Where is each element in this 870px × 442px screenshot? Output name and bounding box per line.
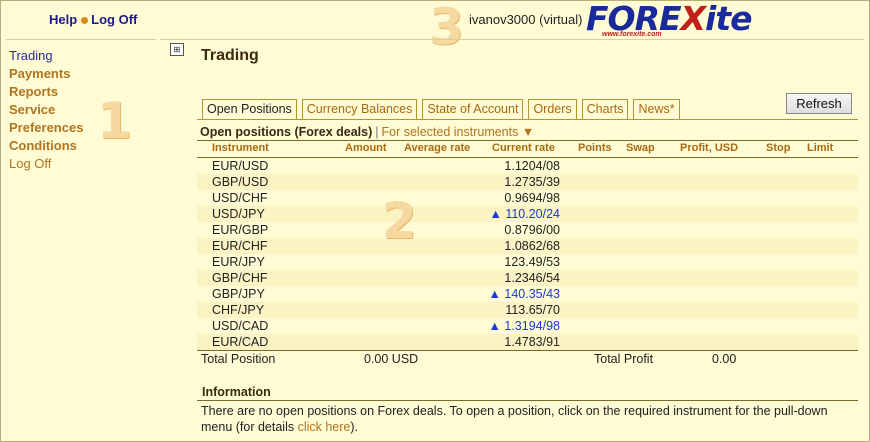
sidebar-item-service[interactable]: Service [9,101,83,119]
info-title: Information [202,385,271,399]
col-header-swap[interactable]: Swap [626,142,655,154]
table-top-rule [197,140,858,141]
tab-state-of-account[interactable]: State of Account [422,99,524,119]
row-instrument: GBP/CHF [212,271,268,285]
table-row[interactable]: EUR/GBP 0.8796/00 [197,222,858,238]
sidebar-item-conditions[interactable]: Conditions [9,137,83,155]
row-instrument: CHF/JPY [212,303,265,317]
pin-icon[interactable]: ⊞ [170,43,184,56]
col-header-limit[interactable]: Limit [807,142,833,154]
row-instrument: EUR/CAD [212,335,269,349]
row-current-rate: ▲ 1.3194/98 [488,319,560,333]
info-text: There are no open positions on Forex dea… [201,404,828,434]
table-row[interactable]: EUR/CHF 1.0862/68 [197,238,858,254]
callout-number-1: 1 [97,92,132,150]
callout-number-3: 3 [429,0,464,56]
col-header-current-rate[interactable]: Current rate [492,142,555,154]
callout-number-2: 2 [382,192,417,250]
row-instrument: GBP/USD [212,175,269,189]
table-row[interactable]: CHF/JPY 113.65/70 [197,302,858,318]
sidebar-item-reports[interactable]: Reports [9,83,83,101]
table-row[interactable]: EUR/JPY 123.49/53 [197,254,858,270]
table-row[interactable]: USD/CAD ▲ 1.3194/98 [197,318,858,334]
username: ivanov3000 (virtual) [469,12,583,27]
tab-divider [197,119,858,120]
sidebar-divider [6,39,156,40]
top-logoff-link[interactable]: Log Off [91,12,137,27]
total-position-value: 0.00 USD [364,352,419,366]
total-position-label: Total Position [201,352,276,366]
tab-currency-balances[interactable]: Currency Balances [301,99,418,119]
sidebar-item-logoff[interactable]: Log Off [9,155,83,173]
row-current-rate: 113.65/70 [505,303,560,317]
sidebar-item-payments[interactable]: Payments [9,65,83,83]
table-row[interactable]: EUR/USD 1.1204/08 [197,158,858,174]
row-current-rate: ▲ 140.35/43 [488,287,560,301]
row-current-rate: 123.49/53 [504,255,560,269]
total-profit-value: 0.00 [712,352,737,366]
total-profit-label: Total Profit [594,352,654,366]
row-instrument: EUR/USD [212,159,269,173]
forexite-logo[interactable]: FOREXite www.forexite.com [586,2,761,42]
col-header-stop[interactable]: Stop [766,142,790,154]
section-title: Open positions (Forex deals) [200,125,373,139]
top-links: Help Log Off [49,12,137,27]
info-divider [197,400,858,401]
row-instrument: EUR/CHF [212,239,268,253]
row-current-rate: 1.2346/54 [504,271,560,285]
col-header-points[interactable]: Points [578,142,612,154]
table-bottom-rule [197,350,858,351]
col-header-profit[interactable]: Profit, USD [680,142,738,154]
table-row[interactable]: GBP/USD 1.2735/39 [197,174,858,190]
table-row[interactable]: USD/JPY ▲ 110.20/24 [197,206,858,222]
tab-bar: Open Positions Currency Balances State o… [202,99,685,120]
row-instrument: USD/CHF [212,191,268,205]
details-link[interactable]: click here [298,420,351,434]
row-current-rate: ▲ 110.20/24 [489,207,560,221]
section-header: Open positions (Forex deals) | For selecte… [200,125,534,139]
refresh-button[interactable]: Refresh [786,93,852,114]
row-current-rate: 1.1204/08 [504,159,560,173]
page-title: Trading [201,47,259,64]
row-instrument: EUR/JPY [212,255,265,269]
row-instrument: USD/CAD [212,319,269,333]
table-row[interactable]: EUR/CAD 1.4783/91 [197,334,858,350]
tab-open-positions[interactable]: Open Positions [202,99,297,120]
tab-orders[interactable]: Orders [528,99,577,119]
row-current-rate: 1.2735/39 [504,175,560,189]
table-row[interactable]: GBP/CHF 1.2346/54 [197,270,858,286]
logo-url: www.forexite.com [602,31,662,38]
table-row[interactable]: GBP/JPY ▲ 140.35/43 [197,286,858,302]
row-current-rate: 1.0862/68 [504,239,560,253]
table-row[interactable]: USD/CHF 0.9694/98 [197,190,858,206]
col-header-instrument[interactable]: Instrument [212,142,269,154]
bullet-icon [81,16,89,24]
instrument-filter-dropdown[interactable]: For selected instruments ▼ [382,125,535,139]
tab-charts[interactable]: Charts [581,99,629,119]
sidebar-item-trading[interactable]: Trading [9,47,83,65]
header-divider [160,39,864,40]
sidebar-item-preferences[interactable]: Preferences [9,119,83,137]
row-current-rate: 0.9694/98 [504,191,560,205]
tab-news[interactable]: News* [633,99,680,119]
help-link[interactable]: Help [49,12,77,27]
row-current-rate: 0.8796/00 [504,223,560,237]
col-header-average-rate[interactable]: Average rate [404,142,470,154]
col-header-amount[interactable]: Amount [345,142,387,154]
sidebar: Trading Payments Reports Service Prefere… [9,47,83,173]
row-current-rate: 1.4783/91 [504,335,560,349]
row-instrument: EUR/GBP [212,223,269,237]
section-separator: | [375,125,379,139]
row-instrument: USD/JPY [212,207,265,221]
row-instrument: GBP/JPY [212,287,265,301]
